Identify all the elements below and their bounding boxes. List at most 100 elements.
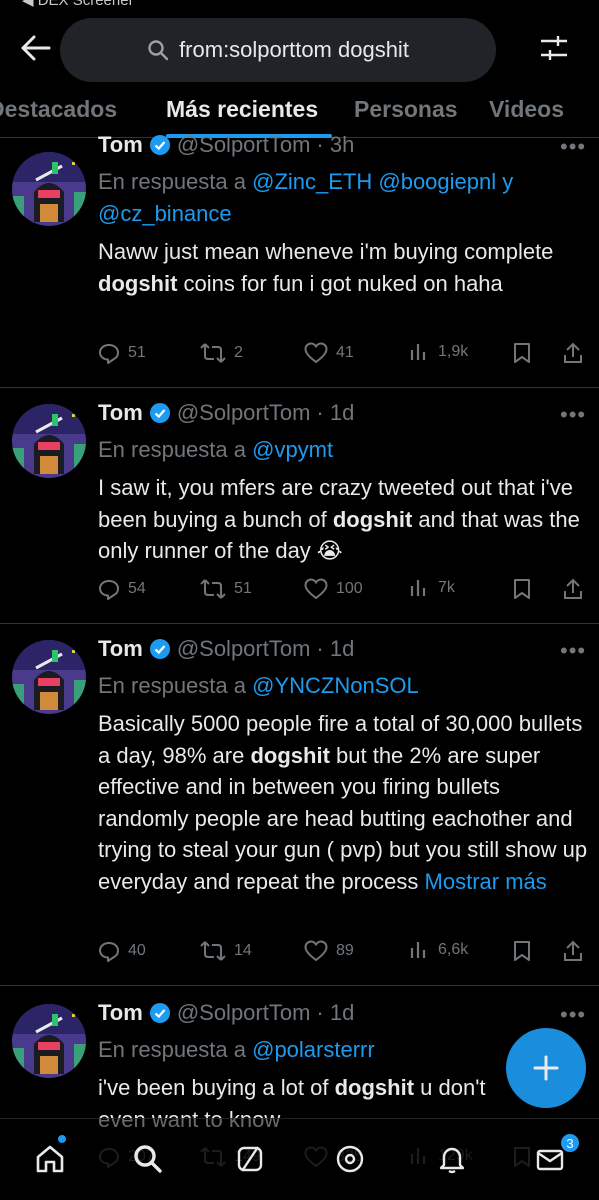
keyword-highlight: dogshit [98, 270, 178, 296]
bookmark-button[interactable] [512, 342, 532, 364]
views-count: 7k [438, 579, 455, 596]
author-name[interactable]: Tom [98, 1000, 143, 1026]
messages-badge: 3 [560, 1133, 580, 1153]
keyword-highlight: dogshit [332, 506, 413, 532]
mention-link[interactable]: @cz_binance [98, 201, 232, 226]
avatar[interactable] [12, 640, 86, 714]
filter-settings-icon[interactable] [534, 30, 574, 66]
avatar[interactable] [12, 152, 86, 226]
repost-button[interactable]: 14 [200, 940, 252, 962]
verified-badge-icon [149, 403, 170, 423]
mention-link[interactable]: @polarsterrr [252, 1037, 375, 1062]
nav-notifications[interactable] [432, 1139, 472, 1179]
tweet-time: · 1d [316, 1000, 355, 1025]
reply-count: 54 [128, 580, 146, 597]
share-button[interactable] [562, 578, 584, 600]
views-chart-icon [410, 942, 426, 958]
repost-button[interactable]: 51 [200, 578, 252, 600]
like-button[interactable]: 89 [304, 940, 354, 962]
bookmark-button[interactable] [512, 578, 532, 600]
repost-icon [200, 941, 226, 961]
show-more-link[interactable]: Mostrar más [425, 869, 547, 894]
nav-search[interactable] [128, 1139, 168, 1179]
reply-prefix: En respuesta a [98, 1037, 246, 1062]
top-bar: from:solporttom dogshit [0, 10, 599, 86]
tweet-time: · 3h [316, 132, 355, 157]
mention-link[interactable]: @YNCZNonSOL [252, 673, 419, 698]
nav-home[interactable] [30, 1139, 70, 1179]
bell-icon [439, 1147, 465, 1174]
tweet-actions: 54 51 100 7k [98, 578, 588, 606]
more-options-icon[interactable]: ••• [560, 1002, 586, 1028]
search-input[interactable]: from:solporttom dogshit [60, 18, 496, 82]
reply-to-line: En respuesta a @Zinc_ETH @boogiepnl y @c… [98, 166, 578, 230]
views-button[interactable]: 6,6k [410, 940, 468, 960]
author-name[interactable]: Tom [98, 400, 143, 426]
tweet-item[interactable]: Tom @SolportTom · 1d ••• En respuesta a … [0, 388, 599, 624]
tweet-text: Basically 5000 people fire a total of 30… [98, 711, 588, 894]
repost-button[interactable]: 2 [200, 342, 243, 364]
more-options-icon[interactable]: ••• [560, 402, 586, 428]
mention-link[interactable]: @Zinc_ETH [252, 169, 372, 194]
avatar[interactable] [12, 404, 86, 478]
repost-count: 51 [234, 580, 252, 597]
tweet-time: · 1d [316, 400, 355, 425]
tweet-item[interactable]: Tom @SolportTom · 1d ••• En respuesta a … [0, 624, 599, 986]
nav-communities[interactable] [330, 1139, 370, 1179]
keyword-highlight: dogshit [250, 742, 330, 768]
verified-badge-icon [149, 639, 170, 659]
heart-icon [304, 578, 328, 600]
views-chart-icon [410, 344, 426, 360]
repost-count: 14 [234, 942, 252, 959]
reply-prefix: En respuesta a [98, 437, 246, 462]
more-options-icon[interactable]: ••• [560, 638, 586, 664]
author-handle[interactable]: @SolportTom [177, 132, 311, 158]
views-button[interactable]: 7k [410, 578, 455, 598]
share-button[interactable] [562, 940, 584, 962]
more-options-icon[interactable]: ••• [560, 134, 586, 160]
verified-badge-icon [149, 1003, 170, 1023]
like-button[interactable]: 100 [304, 578, 363, 600]
reply-icon [99, 580, 119, 600]
views-chart-icon [410, 580, 426, 596]
share-icon [564, 940, 582, 961]
back-arrow-icon[interactable] [16, 30, 56, 66]
share-button[interactable] [562, 342, 584, 364]
bookmark-button[interactable] [512, 940, 532, 962]
views-count: 6,6k [438, 941, 469, 958]
mention-link[interactable]: @vpymt [252, 437, 333, 462]
reply-button[interactable]: 54 [98, 578, 146, 600]
back-to-app-label[interactable]: ◀ DEX Screener [22, 0, 134, 9]
reply-prefix: En respuesta a [98, 169, 246, 194]
like-count: 89 [336, 942, 354, 959]
author-handle[interactable]: @SolportTom [177, 636, 311, 662]
reply-button[interactable]: 51 [98, 342, 146, 364]
author-name[interactable]: Tom [98, 636, 143, 662]
search-icon [148, 40, 169, 61]
tweet-item[interactable]: Tom @SolportTom · 3h ••• En respuesta a … [0, 132, 599, 388]
reply-button[interactable]: 40 [98, 940, 146, 962]
tab-mas-recientes[interactable]: Más recientes [166, 96, 318, 123]
reply-to-line: En respuesta a @vpymt [98, 434, 578, 466]
author-name[interactable]: Tom [98, 132, 143, 158]
avatar[interactable] [12, 1004, 86, 1078]
home-icon [36, 1145, 64, 1173]
tweet-text: Naww just mean wheneve i'm buying comple… [98, 239, 554, 296]
author-handle[interactable]: @SolportTom [177, 1000, 311, 1026]
tab-videos[interactable]: Videos [489, 96, 564, 123]
repost-count: 2 [234, 344, 243, 361]
tab-destacados[interactable]: Destacados [0, 96, 117, 123]
tweet-actions: 40 14 89 6,6k [98, 940, 588, 968]
repost-icon [200, 343, 226, 363]
repost-icon [200, 579, 226, 599]
reply-count: 51 [128, 344, 146, 361]
like-button[interactable]: 41 [304, 342, 354, 364]
views-button[interactable]: 1,9k [410, 342, 468, 362]
mention-link[interactable]: @boogiepnl [378, 169, 496, 194]
plus-icon [533, 1055, 559, 1081]
nav-grok[interactable] [230, 1139, 270, 1179]
author-handle[interactable]: @SolportTom [177, 400, 311, 426]
search-icon [134, 1145, 162, 1173]
tab-personas[interactable]: Personas [354, 96, 458, 123]
compose-post-button[interactable] [506, 1028, 586, 1108]
